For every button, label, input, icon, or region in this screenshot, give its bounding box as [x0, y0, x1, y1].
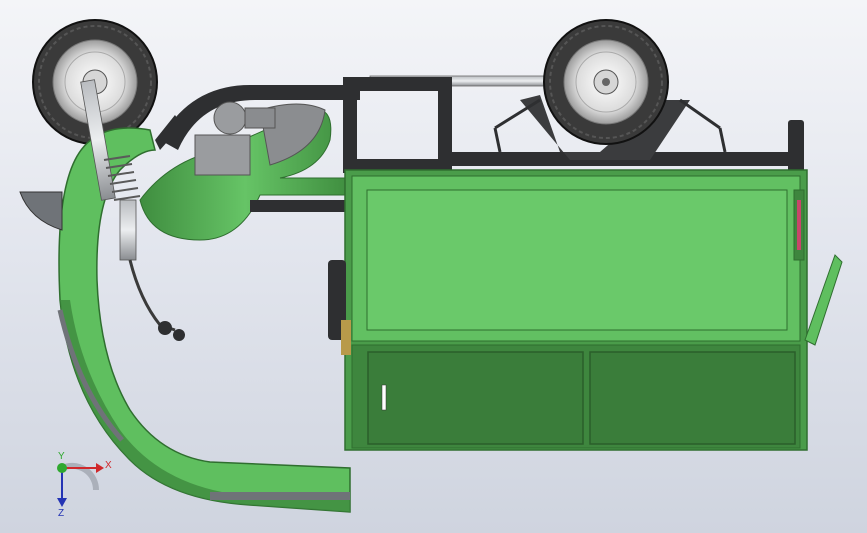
- graphics-viewport[interactable]: X Y Z: [0, 0, 867, 533]
- x-axis-label: X: [105, 460, 112, 471]
- cargo-box: [328, 169, 843, 451]
- y-axis-arrow: [57, 463, 67, 473]
- z-axis-label: Z: [58, 508, 64, 519]
- coordinate-triad: X Y Z: [57, 451, 112, 519]
- cad-model-view[interactable]: X Y Z: [0, 0, 867, 533]
- y-axis-label: Y: [58, 451, 65, 462]
- rear-wheel: [543, 19, 669, 145]
